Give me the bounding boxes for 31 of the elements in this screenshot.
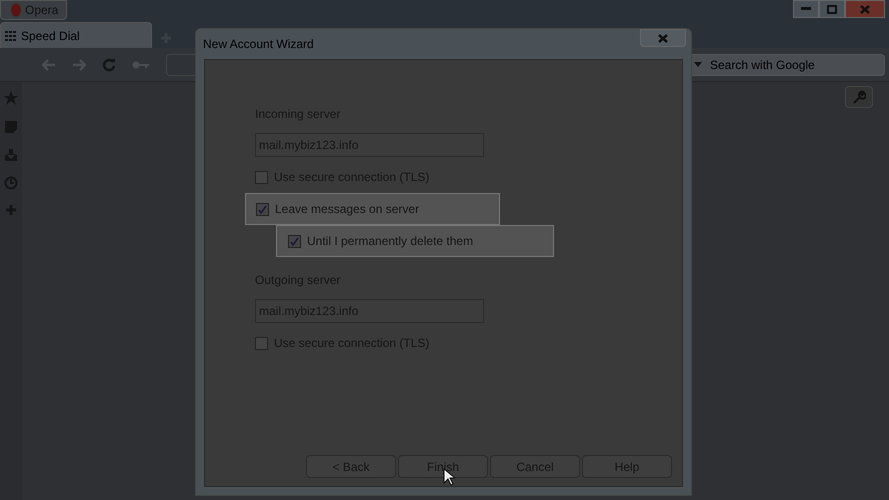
close-icon xyxy=(860,4,870,14)
maximize-icon xyxy=(827,4,837,14)
checkbox-option[interactable]: Leave messages on server xyxy=(245,193,500,225)
checkbox-option[interactable]: Until I permanently delete them xyxy=(276,225,554,257)
reload-icon[interactable] xyxy=(102,58,116,72)
grid-icon xyxy=(5,30,17,40)
dialog-title: New Account Wizard xyxy=(203,36,314,53)
maximize-button[interactable] xyxy=(819,0,845,18)
search-placeholder: Search with Google xyxy=(710,56,815,74)
checkbox[interactable] xyxy=(255,336,268,350)
checkbox[interactable] xyxy=(288,234,301,248)
star-icon[interactable] xyxy=(3,90,19,106)
checkbox[interactable] xyxy=(256,202,269,216)
checkbox[interactable] xyxy=(255,170,268,184)
minimize-icon xyxy=(801,7,811,11)
close-button[interactable] xyxy=(640,29,686,47)
minimize-button[interactable] xyxy=(793,0,819,18)
tab[interactable]: Speed Dial xyxy=(0,22,152,48)
wrench-icon xyxy=(852,90,866,104)
clock-icon[interactable] xyxy=(4,176,18,190)
download-icon[interactable] xyxy=(4,148,18,162)
key-icon[interactable] xyxy=(132,60,150,70)
opera-logo-icon xyxy=(9,3,21,17)
close-icon xyxy=(658,34,668,42)
forward-arrow-icon[interactable] xyxy=(72,58,86,70)
wrench-button[interactable] xyxy=(845,86,873,108)
note-icon[interactable] xyxy=(4,120,18,134)
plus-icon[interactable] xyxy=(5,204,17,216)
back-arrow-icon[interactable] xyxy=(42,58,56,70)
dropdown-arrow-icon[interactable] xyxy=(694,62,702,67)
close-button[interactable] xyxy=(845,0,885,18)
